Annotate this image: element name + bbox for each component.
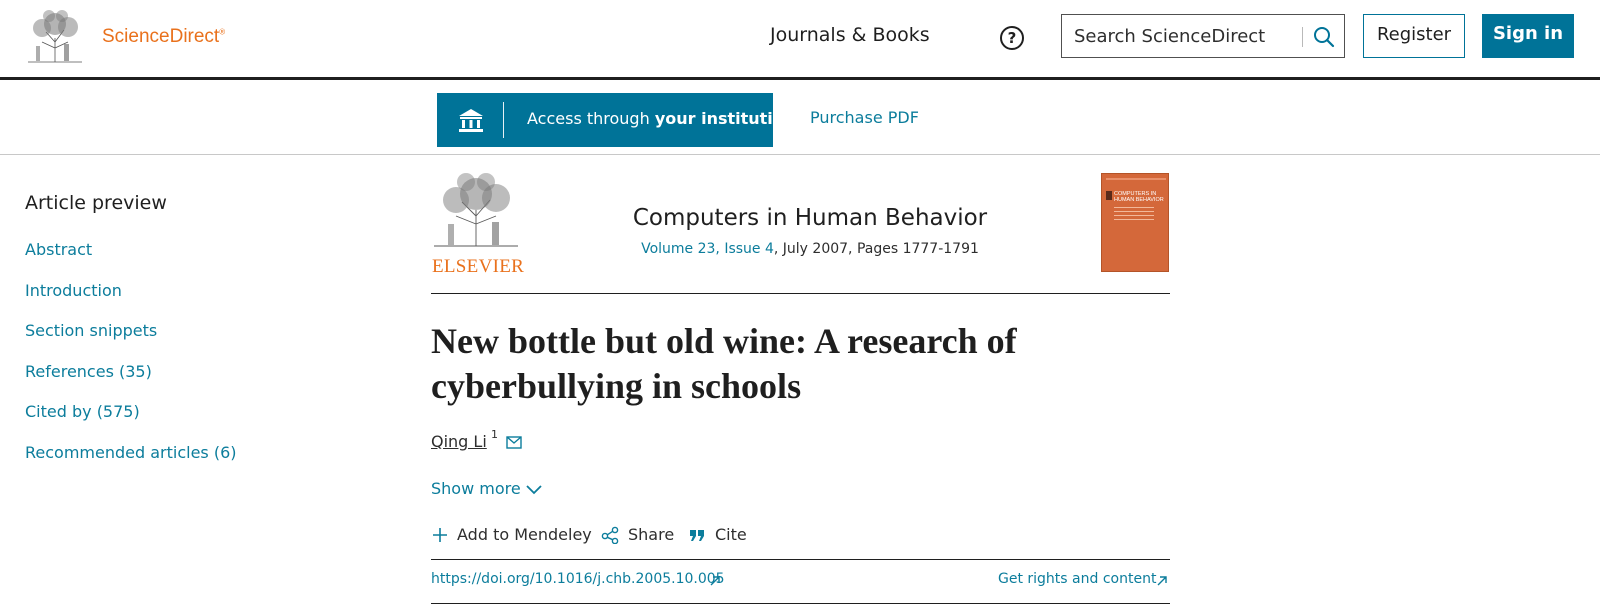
volume-issue-link[interactable]: Volume 23, Issue 4 [641,241,774,257]
sidebar-item-recommended[interactable]: Recommended articles (6) [25,443,237,462]
envelope-icon[interactable] [506,436,522,449]
access-divider [503,102,504,138]
institution-icon [459,109,483,132]
share-icon[interactable] [601,526,619,544]
volume-date-pages: , July 2007, Pages 1777-1791 [773,241,979,257]
doi-bottom-divider [431,603,1170,604]
register-button[interactable]: Register [1363,14,1465,58]
search-box [1061,14,1345,58]
brand-trademark: ® [219,27,226,37]
share-button[interactable]: Share [628,525,674,544]
cover-title: COMPUTERS IN HUMAN BEHAVIOR [1114,191,1164,203]
header-divider [431,293,1170,294]
site-header: ScienceDirect® Journals & Books ? Regist… [0,0,1600,80]
journal-cover-image[interactable]: COMPUTERS IN HUMAN BEHAVIOR [1101,173,1169,272]
sciencedirect-brand[interactable]: ScienceDirect® [102,26,225,48]
journal-title[interactable]: Computers in Human Behavior [500,205,1120,231]
cite-button[interactable]: Cite [715,525,747,544]
sidebar-item-cited-by[interactable]: Cited by (575) [25,402,140,421]
sidebar-item-section-snippets[interactable]: Section snippets [25,321,157,340]
help-icon[interactable]: ? [1000,26,1024,50]
sidebar-title: Article preview [25,192,167,214]
volume-info: Volume 23, Issue 4, July 2007, Pages 177… [500,241,1120,257]
sidebar-item-references[interactable]: References (35) [25,362,152,381]
add-to-mendeley-button[interactable]: Add to Mendeley [457,525,592,544]
access-bar: Access through your institution Purchase… [0,83,1600,155]
author-affiliation-mark[interactable]: 1 [491,428,498,441]
search-icon[interactable] [1312,25,1336,49]
doi-top-divider [431,559,1170,560]
get-rights-link[interactable]: Get rights and content [998,571,1156,587]
search-input[interactable] [1074,23,1296,49]
cover-text-lines [1114,207,1154,223]
elsevier-tree-logo[interactable] [24,8,86,64]
elsevier-wordmark: ELSEVIER [432,256,525,277]
sidebar-item-introduction[interactable]: Introduction [25,281,122,300]
cover-title-line2: HUMAN BEHAVIOR [1114,197,1164,203]
purchase-pdf-link[interactable]: Purchase PDF [810,108,919,127]
show-more-button[interactable]: Show more [431,479,521,498]
access-bold: your institution [654,109,796,128]
access-prefix: Access through [527,109,655,128]
sign-in-button[interactable]: Sign in [1482,14,1574,58]
cover-band [1106,178,1166,180]
doi-link[interactable]: https://doi.org/10.1016/j.chb.2005.10.00… [431,571,725,587]
access-label: Access through your institution [527,109,795,128]
search-divider [1302,27,1303,47]
author-name[interactable]: Qing Li [431,432,487,451]
cover-mark [1106,191,1112,200]
access-institution-button[interactable]: Access through your institution [437,93,795,147]
sidebar-item-abstract[interactable]: Abstract [25,240,92,259]
article-title: New bottle but old wine: A research of c… [431,321,1017,406]
brand-text: ScienceDirect [102,26,220,47]
journals-books-link[interactable]: Journals & Books [770,24,930,46]
plus-icon[interactable] [431,526,449,544]
external-link-icon[interactable] [1156,575,1168,587]
quote-icon[interactable] [688,526,706,544]
chevron-down-icon[interactable] [525,482,543,496]
external-link-icon[interactable] [709,575,721,587]
